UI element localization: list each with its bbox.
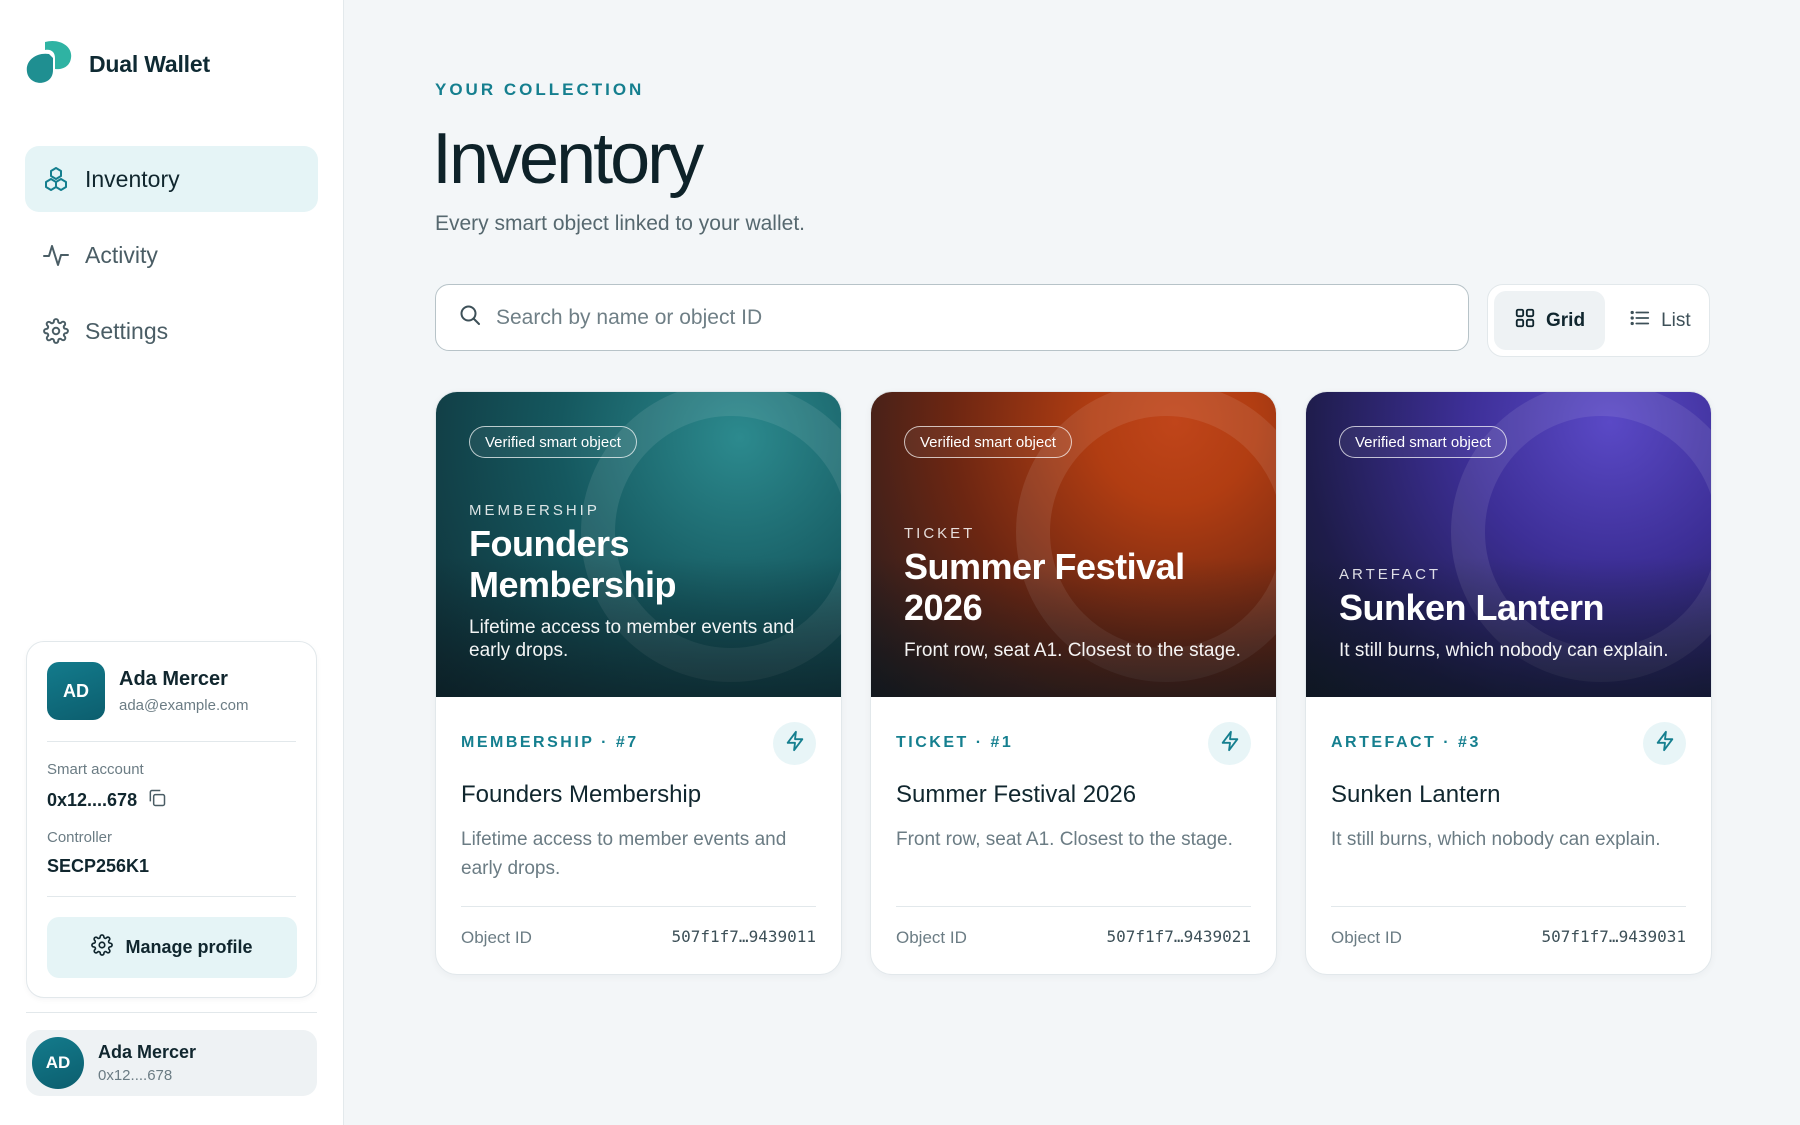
bolt-icon xyxy=(1654,730,1676,757)
divider xyxy=(1331,906,1686,907)
inventory-card[interactable]: Verified smart object TICKET Summer Fest… xyxy=(870,391,1277,975)
object-id-label: Object ID xyxy=(1331,928,1402,947)
card-hero-description: It still burns, which nobody can explain… xyxy=(1339,640,1669,662)
bolt-button[interactable] xyxy=(1643,722,1686,765)
footer-user-address: 0x12....678 xyxy=(98,1067,173,1084)
card-description: Front row, seat A1. Closest to the stage… xyxy=(896,829,1233,850)
cubes-icon xyxy=(43,166,69,192)
card-hero-title: Founders Membership xyxy=(469,523,677,606)
object-id-label: Object ID xyxy=(896,928,967,947)
page-title: Inventory xyxy=(432,119,704,199)
card-tag: MEMBERSHIP · #7 xyxy=(461,734,639,751)
smart-account-value: 0x12....678 xyxy=(47,790,138,810)
copy-icon[interactable] xyxy=(147,788,167,813)
list-icon xyxy=(1629,307,1651,335)
card-tag: ARTEFACT · #3 xyxy=(1331,734,1481,751)
card-category: ARTEFACT xyxy=(1339,566,1442,584)
object-id-value: 507f1f7…9439031 xyxy=(1541,927,1687,946)
card-hero-title: Sunken Lantern xyxy=(1339,587,1605,629)
inventory-card[interactable]: Verified smart object ARTEFACT Sunken La… xyxy=(1305,391,1712,975)
page-subtitle: Every smart object linked to your wallet… xyxy=(435,212,805,235)
sidebar-item-inventory[interactable]: Inventory xyxy=(25,146,318,212)
object-id-label: Object ID xyxy=(461,928,532,947)
gear-icon xyxy=(43,318,69,344)
search-input[interactable] xyxy=(496,305,1396,330)
card-hero-description: Front row, seat A1. Closest to the stage… xyxy=(904,640,1241,662)
card-category: TICKET xyxy=(904,525,976,543)
manage-profile-button[interactable]: Manage profile xyxy=(47,917,297,978)
card-description: Lifetime access to member events and ear… xyxy=(461,829,787,879)
profile-header: AD Ada Mercer ada@example.com xyxy=(47,662,248,720)
search-bar xyxy=(435,284,1469,351)
sidebar-item-settings[interactable]: Settings xyxy=(25,298,318,364)
profile-card: AD Ada Mercer ada@example.com Smart acco… xyxy=(26,641,317,998)
divider xyxy=(47,741,296,742)
footer-user-name: Ada Mercer xyxy=(98,1042,197,1062)
card-title: Summer Festival 2026 xyxy=(896,781,1137,808)
manage-profile-label: Manage profile xyxy=(125,937,253,957)
verified-badge: Verified smart object xyxy=(469,426,637,458)
card-hero: Verified smart object MEMBERSHIP Founder… xyxy=(436,392,841,697)
card-hero: Verified smart object ARTEFACT Sunken La… xyxy=(1306,392,1711,697)
account-switcher[interactable]: AD Ada Mercer 0x12....678 xyxy=(26,1030,317,1096)
divider xyxy=(896,906,1251,907)
brand[interactable]: Dual Wallet xyxy=(25,40,210,89)
card-title: Founders Membership xyxy=(461,781,702,808)
sidebar-item-label: Inventory xyxy=(85,165,180,192)
sidebar-item-activity[interactable]: Activity xyxy=(25,222,318,288)
avatar: AD xyxy=(47,662,105,720)
sidebar: Dual Wallet Inventory Activity Settings … xyxy=(0,0,344,1125)
sidebar-nav: Inventory Activity Settings xyxy=(25,146,318,374)
card-description: It still burns, which nobody can explain… xyxy=(1331,829,1661,850)
verified-badge: Verified smart object xyxy=(904,426,1072,458)
card-hero: Verified smart object TICKET Summer Fest… xyxy=(871,392,1276,697)
bolt-icon xyxy=(784,730,806,757)
grid-view-button[interactable]: Grid xyxy=(1494,291,1606,350)
card-hero-title: Summer Festival 2026 xyxy=(904,546,1185,629)
page-eyebrow: YOUR COLLECTION xyxy=(435,80,645,99)
profile-name: Ada Mercer xyxy=(119,668,228,690)
object-id-value: 507f1f7…9439011 xyxy=(671,927,817,946)
list-label: List xyxy=(1661,309,1691,331)
sidebar-item-label: Settings xyxy=(85,317,169,344)
divider xyxy=(47,896,296,897)
inventory-card[interactable]: Verified smart object MEMBERSHIP Founder… xyxy=(435,391,842,975)
avatar: AD xyxy=(32,1037,84,1089)
activity-icon xyxy=(43,242,69,268)
grid-icon xyxy=(1514,307,1536,335)
inventory-grid: Verified smart object MEMBERSHIP Founder… xyxy=(435,391,1712,975)
smart-account-label: Smart account xyxy=(47,761,144,778)
grid-label: Grid xyxy=(1546,309,1586,331)
verified-badge: Verified smart object xyxy=(1339,426,1507,458)
gear-icon xyxy=(91,934,114,961)
card-hero-description: Lifetime access to member events and ear… xyxy=(469,617,795,662)
search-icon xyxy=(458,303,482,332)
dual-wallet-logo-icon xyxy=(25,40,73,89)
smart-account-row: 0x12....678 xyxy=(47,788,167,813)
brand-name: Dual Wallet xyxy=(89,51,210,77)
bolt-button[interactable] xyxy=(1208,722,1251,765)
card-category: MEMBERSHIP xyxy=(469,502,600,520)
controller-label: Controller xyxy=(47,829,113,846)
card-title: Sunken Lantern xyxy=(1331,781,1501,808)
card-tag: TICKET · #1 xyxy=(896,734,1014,751)
bolt-button[interactable] xyxy=(773,722,816,765)
profile-email: ada@example.com xyxy=(119,697,249,714)
sidebar-item-label: Activity xyxy=(85,241,158,268)
bolt-icon xyxy=(1219,730,1241,757)
controller-value: SECP256K1 xyxy=(47,856,150,876)
list-view-button[interactable]: List xyxy=(1609,291,1711,350)
divider xyxy=(461,906,816,907)
view-toggle: Grid List xyxy=(1487,284,1710,357)
object-id-value: 507f1f7…9439021 xyxy=(1106,927,1252,946)
divider xyxy=(26,1012,317,1013)
